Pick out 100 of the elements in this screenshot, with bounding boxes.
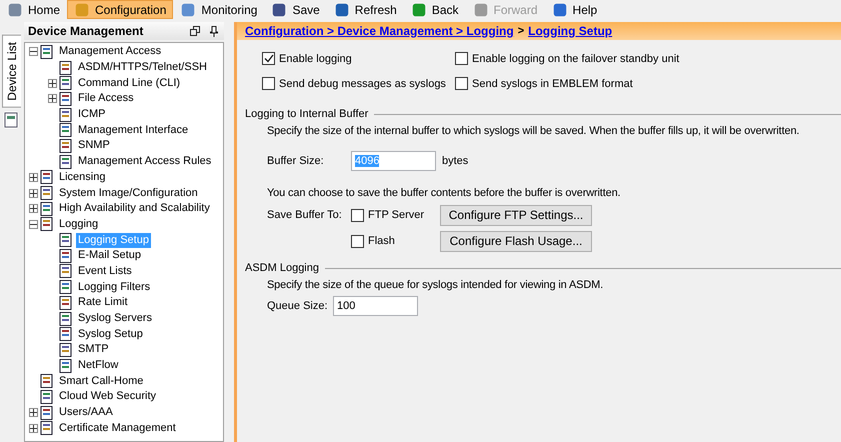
checkbox[interactable] (262, 77, 275, 90)
breadcrumb-link[interactable]: Configuration > Device Management > Logging (245, 24, 514, 38)
toolbar-button[interactable]: Save (264, 0, 327, 19)
toolbar-button[interactable]: Home (0, 0, 68, 19)
field-label: Queue Size: (267, 300, 329, 312)
tree-item-icon (58, 60, 74, 76)
toolbar-icon (334, 2, 350, 18)
tree-item-icon (58, 263, 74, 280)
tree-item-icon (58, 310, 74, 327)
tree-item-icon (39, 216, 55, 232)
tree-item-icon (58, 326, 74, 342)
checkbox-label: FTP Server (368, 209, 424, 221)
checkbox-label: Send debug messages as syslogs (279, 78, 446, 90)
tree-item[interactable]: Management Access Rules (76, 154, 214, 170)
collapse-icon[interactable] (29, 220, 38, 229)
tree-item-icon (58, 342, 74, 358)
expand-icon[interactable] (29, 408, 38, 418)
panel-title: Device Management (28, 24, 144, 38)
checkbox[interactable] (351, 234, 364, 248)
tree-item[interactable]: NetFlow (76, 358, 120, 374)
input-field[interactable]: 100 (333, 296, 418, 316)
tree-item[interactable]: Rate Limit (76, 295, 130, 310)
tree-item[interactable]: Smart Call-Home (57, 374, 146, 389)
tree-item[interactable]: ICMP (76, 107, 108, 122)
side-tab[interactable]: Device List (2, 35, 20, 108)
toolbar-icon (410, 2, 427, 18)
toolbar-icon (74, 2, 90, 18)
tree-item[interactable]: E-Mail Setup (76, 248, 143, 264)
tree-item-icon (39, 185, 55, 202)
pin-icon[interactable] (210, 26, 218, 36)
note-text: You can choose to save the buffer contents before the buffer is overwritten. (266, 187, 622, 199)
configure-button[interactable]: Configure FTP Settings... (440, 204, 592, 226)
tree-item[interactable]: Event Lists (76, 264, 134, 279)
toolbar-button[interactable]: Back (404, 0, 466, 19)
tree-item-icon (39, 420, 55, 436)
toolbar-button[interactable]: Monitoring (173, 0, 264, 19)
checkbox-label: Enable logging on the failover standby unit (472, 52, 680, 64)
toolbar-button[interactable]: Configuration (67, 0, 174, 19)
list-icon (4, 112, 18, 128)
breadcrumb-separator: > (518, 25, 524, 37)
tree-item-icon (58, 75, 74, 92)
field-label: Buffer Size: (267, 155, 325, 167)
tree-item-icon (58, 248, 74, 264)
expand-icon[interactable] (48, 94, 57, 104)
tree-item[interactable]: Logging (57, 216, 100, 232)
checkbox[interactable] (455, 77, 468, 90)
tree-item[interactable]: Command Line (CLI) (76, 76, 182, 91)
expand-icon[interactable] (29, 424, 38, 433)
unit-label: bytes (442, 155, 468, 167)
toolbar-button[interactable]: Refresh (326, 0, 404, 19)
tree-item-icon (58, 106, 74, 123)
expand-icon[interactable] (48, 78, 57, 88)
tree-item[interactable]: Certificate Management (57, 420, 178, 436)
tree-item-icon (58, 138, 74, 154)
description-text: Specify the size of the queue for syslogs intended for viewing in ASDM. (266, 279, 604, 291)
tree-item[interactable]: Cloud Web Security (57, 389, 158, 404)
tree-item-icon (58, 90, 74, 107)
checkbox-label: Flash (368, 235, 395, 247)
toolbar-icon (7, 2, 23, 18)
group-title: ASDM Logging (245, 262, 319, 274)
tree-item[interactable]: System Image/Configuration (57, 186, 200, 201)
tree-item[interactable]: Syslog Servers (76, 311, 154, 326)
tree-item[interactable]: Management Interface (76, 122, 190, 138)
collapse-icon[interactable] (29, 47, 38, 56)
checkbox[interactable] (455, 52, 468, 65)
tree-item[interactable]: SNMP (76, 138, 112, 154)
description-text: Specify the size of the internal buffer to which syslogs will be saved. When the buffer fills up, it will be overwritten. (266, 125, 800, 137)
toolbar-button[interactable]: Help (544, 0, 604, 19)
tree-item[interactable]: File Access (76, 91, 136, 106)
tree-item[interactable]: Licensing (57, 170, 108, 185)
tree-item[interactable]: Management Access (57, 44, 164, 60)
tree-item[interactable]: SMTP (76, 342, 111, 358)
tree-item-icon (39, 169, 55, 186)
checkbox[interactable] (351, 208, 364, 222)
tree-item[interactable]: High Availability and Scalability (57, 201, 212, 216)
tree-item-icon (58, 122, 74, 138)
tree-item-icon (39, 404, 55, 421)
field-label: Save Buffer To: (267, 209, 343, 221)
toolbar-icon (271, 2, 288, 18)
group-title: Logging to Internal Buffer (245, 108, 368, 120)
tree-item[interactable]: Syslog Setup (76, 326, 145, 342)
tree-item-icon (58, 279, 74, 296)
tree-item-icon (39, 373, 55, 390)
tree-item-icon (39, 200, 55, 217)
checkbox-label: Enable logging (279, 52, 352, 64)
tree-item-icon (39, 388, 55, 405)
checkbox[interactable] (262, 52, 275, 65)
expand-icon[interactable] (29, 172, 38, 182)
checkbox-label: Send syslogs in EMBLEM format (472, 78, 633, 90)
breadcrumb-link[interactable]: Logging Setup (528, 24, 612, 38)
tree-item[interactable]: Logging Filters (76, 280, 152, 295)
expand-icon[interactable] (29, 204, 38, 214)
tree-item-icon (58, 154, 74, 170)
configure-button[interactable]: Configure Flash Usage... (440, 230, 592, 252)
tree-item[interactable]: Users/AAA (57, 405, 115, 420)
expand-icon[interactable] (29, 188, 38, 198)
restore-icon[interactable] (190, 26, 200, 36)
tree-item-icon (58, 232, 74, 248)
tree-item[interactable]: ASDM/HTTPS/Telnet/SSH (76, 60, 209, 76)
toolbar-icon (472, 2, 489, 18)
